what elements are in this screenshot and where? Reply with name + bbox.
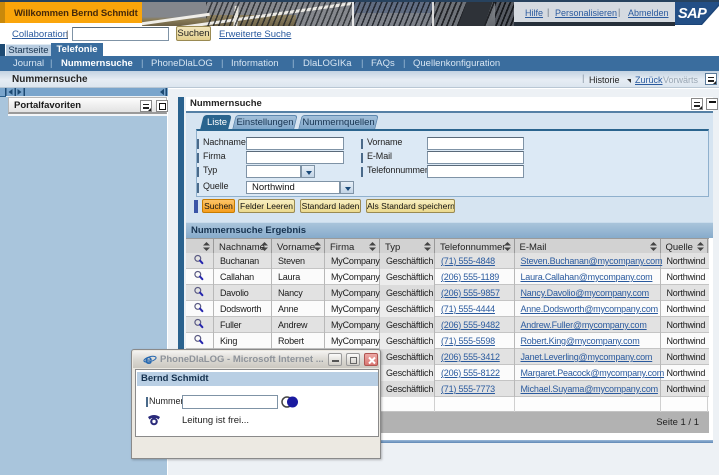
svg-text:e: e xyxy=(145,353,152,366)
svg-text:SAP: SAP xyxy=(678,6,707,22)
